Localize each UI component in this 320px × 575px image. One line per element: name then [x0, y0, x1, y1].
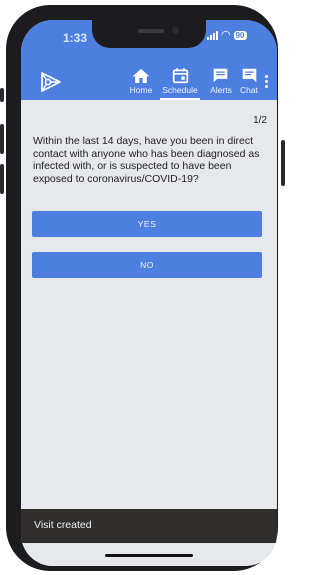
alert-message-icon — [213, 68, 228, 83]
screen: 1:33 ◠ 90 Home Schedule Alerts Chat 1/2 … — [21, 20, 277, 566]
nav-alerts[interactable]: Alerts — [207, 64, 235, 98]
status-time: 1:33 — [63, 31, 88, 45]
app-logo-icon[interactable] — [39, 71, 63, 93]
snackbar-message: Visit created — [34, 519, 92, 531]
volume-up-button[interactable] — [0, 124, 4, 154]
front-camera — [172, 27, 179, 34]
calendar-icon — [172, 68, 189, 84]
yes-button[interactable]: YES — [32, 211, 262, 237]
phone-frame: 1:33 ◠ 90 Home Schedule Alerts Chat 1/2 … — [6, 5, 278, 571]
nav-schedule-label: Schedule — [162, 85, 198, 95]
nav-home-label: Home — [129, 85, 153, 95]
chat-icon — [242, 68, 257, 83]
more-menu-icon[interactable] — [265, 75, 269, 90]
nav-schedule[interactable]: Schedule — [160, 64, 200, 100]
no-button[interactable]: NO — [32, 252, 262, 278]
nav-home[interactable]: Home — [128, 64, 154, 98]
snackbar: Visit created — [21, 509, 277, 543]
nav-chat-label: Chat — [240, 85, 258, 95]
silent-switch[interactable] — [0, 88, 4, 102]
volume-down-button[interactable] — [0, 164, 4, 194]
status-icons: ◠ 90 — [207, 29, 247, 41]
home-icon — [132, 68, 150, 83]
signal-icon — [207, 31, 218, 40]
home-indicator[interactable] — [105, 554, 193, 557]
nav-alerts-label: Alerts — [210, 85, 232, 95]
app-bar: Home Schedule Alerts Chat — [21, 62, 277, 100]
nav-chat[interactable]: Chat — [238, 64, 260, 98]
notch — [92, 20, 206, 48]
wifi-icon: ◠ — [221, 29, 231, 41]
battery-icon: 90 — [233, 31, 247, 40]
survey-question: Within the last 14 days, have you been i… — [33, 135, 260, 185]
page-indicator: 1/2 — [253, 115, 267, 126]
power-button[interactable] — [281, 140, 285, 186]
speaker — [138, 29, 164, 33]
home-indicator-area — [21, 543, 277, 566]
